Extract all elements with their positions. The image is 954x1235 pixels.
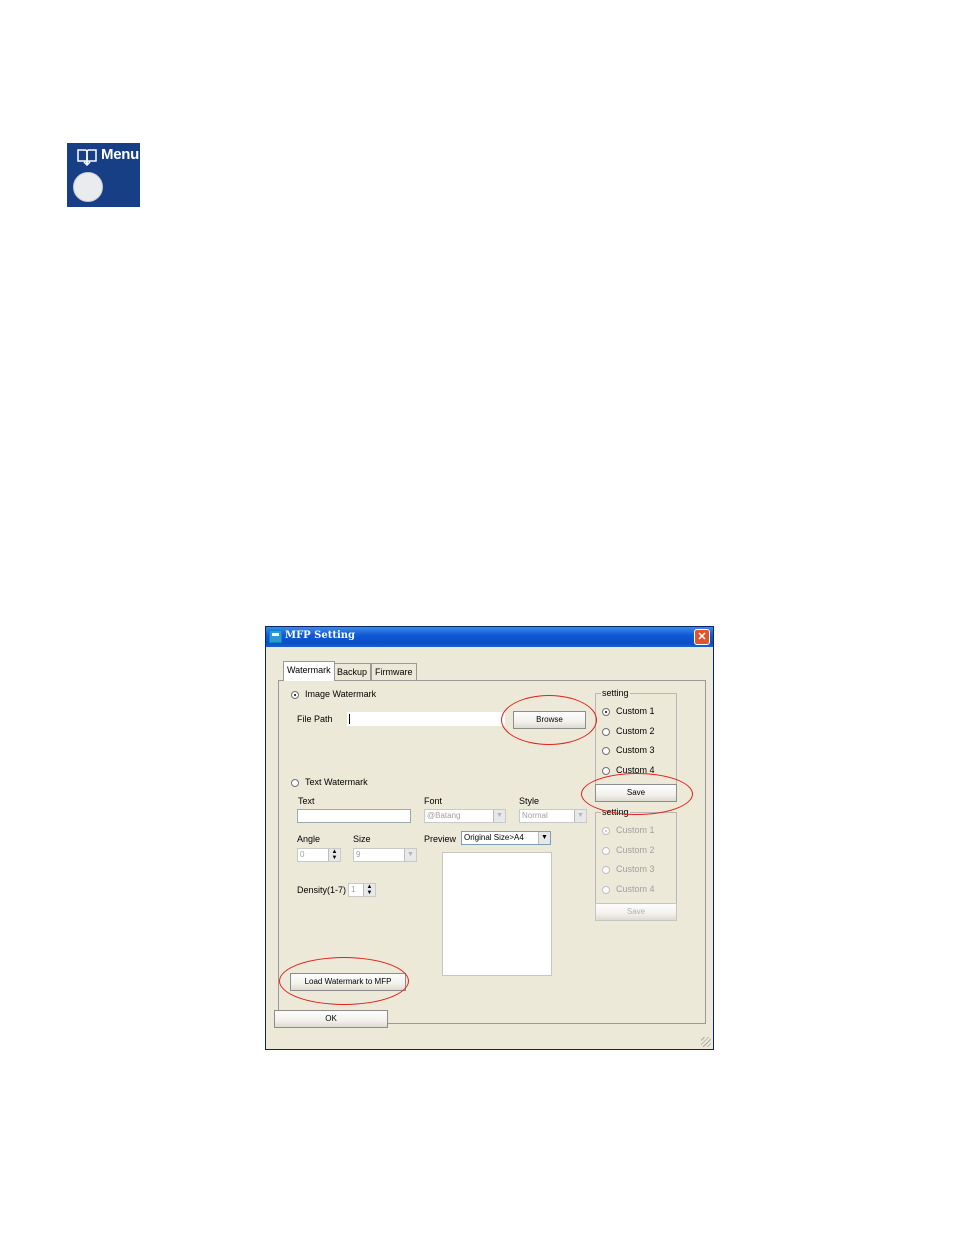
custom-4-radio-disabled[interactable]: [602, 886, 610, 894]
density-spinner[interactable]: 1 ▲ ▼: [348, 883, 376, 897]
menu-key: Menu: [67, 143, 140, 207]
angle-value: 0: [300, 850, 305, 859]
menu-key-label: Menu: [101, 146, 139, 163]
custom-1-label: Custom 1: [616, 706, 655, 716]
spinner-arrows-icon[interactable]: ▲ ▼: [328, 849, 340, 861]
tab-firmware[interactable]: Firmware: [371, 663, 417, 681]
font-select[interactable]: @Batang ▼: [424, 809, 506, 823]
custom-1-radio-disabled[interactable]: [602, 827, 610, 835]
chevron-down-icon: ▼: [404, 849, 416, 861]
chevron-down-icon: ▼: [493, 810, 505, 822]
custom-2-radio-disabled[interactable]: [602, 847, 610, 855]
size-select-value: 9: [356, 850, 361, 859]
highlight-ellipse-browse: [501, 695, 597, 745]
file-path-label: File Path: [297, 714, 333, 724]
setting-group-bottom: setting Custom 1 Custom 2 Custom 3 Custo…: [595, 807, 677, 917]
tab-watermark[interactable]: Watermark: [283, 661, 335, 681]
resize-grip[interactable]: [701, 1037, 711, 1047]
text-watermark-radio[interactable]: [291, 779, 299, 787]
chevron-down-icon: ▼: [574, 810, 586, 822]
preview-size-select[interactable]: Original Size>A4 ▼: [461, 831, 551, 845]
text-input[interactable]: [297, 809, 411, 823]
image-watermark-label: Image Watermark: [305, 689, 377, 699]
custom-3-label: Custom 3: [616, 745, 655, 755]
custom-3-radio[interactable]: [602, 747, 610, 755]
density-value: 1: [351, 885, 356, 894]
close-button[interactable]: ✕: [694, 629, 710, 645]
custom-4-radio[interactable]: [602, 767, 610, 775]
style-label: Style: [519, 796, 540, 806]
preview-area: [442, 852, 552, 976]
spinner-arrows-icon[interactable]: ▲ ▼: [363, 884, 375, 896]
custom-2-radio[interactable]: [602, 728, 610, 736]
custom-2-label-disabled: Custom 2: [616, 845, 655, 855]
image-watermark-radio[interactable]: [291, 691, 299, 699]
size-select[interactable]: 9 ▼: [353, 848, 417, 862]
size-label: Size: [353, 834, 371, 844]
mfp-setting-window: MFP Setting ✕ Watermark Backup Firmware …: [265, 626, 714, 1050]
custom-3-radio-disabled[interactable]: [602, 866, 610, 874]
ok-button[interactable]: OK: [274, 1010, 388, 1028]
preview-label: Preview: [424, 834, 457, 844]
title-bar[interactable]: MFP Setting ✕: [266, 627, 713, 647]
font-select-value: @Batang: [427, 811, 461, 820]
custom-1-radio[interactable]: [602, 708, 610, 716]
preview-size-value: Original Size>A4: [464, 833, 524, 842]
density-label: Density(1-7): [297, 885, 347, 895]
file-path-input[interactable]: [347, 712, 505, 726]
book-icon: [77, 149, 97, 166]
custom-3-label-disabled: Custom 3: [616, 864, 655, 874]
font-label: Font: [424, 796, 443, 806]
style-select-value: Normal: [522, 811, 548, 820]
setting-group-top-label: setting: [601, 688, 630, 698]
save-button-disabled[interactable]: Save: [595, 903, 677, 921]
style-select[interactable]: Normal ▼: [519, 809, 587, 823]
watermark-panel: Image Watermark File Path Browse Text Wa…: [278, 680, 706, 1024]
highlight-ellipse-load: [279, 957, 409, 1005]
app-icon: [269, 630, 282, 643]
angle-spinner[interactable]: 0 ▲ ▼: [297, 848, 341, 862]
tab-backup[interactable]: Backup: [333, 663, 372, 681]
text-label: Text: [298, 796, 315, 806]
custom-2-label: Custom 2: [616, 726, 655, 736]
text-caret: [349, 714, 350, 724]
window-title: MFP Setting: [285, 630, 356, 641]
menu-key-button[interactable]: [73, 172, 103, 202]
highlight-ellipse-save: [581, 773, 693, 815]
text-watermark-label: Text Watermark: [305, 777, 368, 787]
custom-4-label-disabled: Custom 4: [616, 884, 655, 894]
chevron-down-icon: ▼: [538, 832, 550, 844]
custom-1-label-disabled: Custom 1: [616, 825, 655, 835]
angle-label: Angle: [297, 834, 321, 844]
